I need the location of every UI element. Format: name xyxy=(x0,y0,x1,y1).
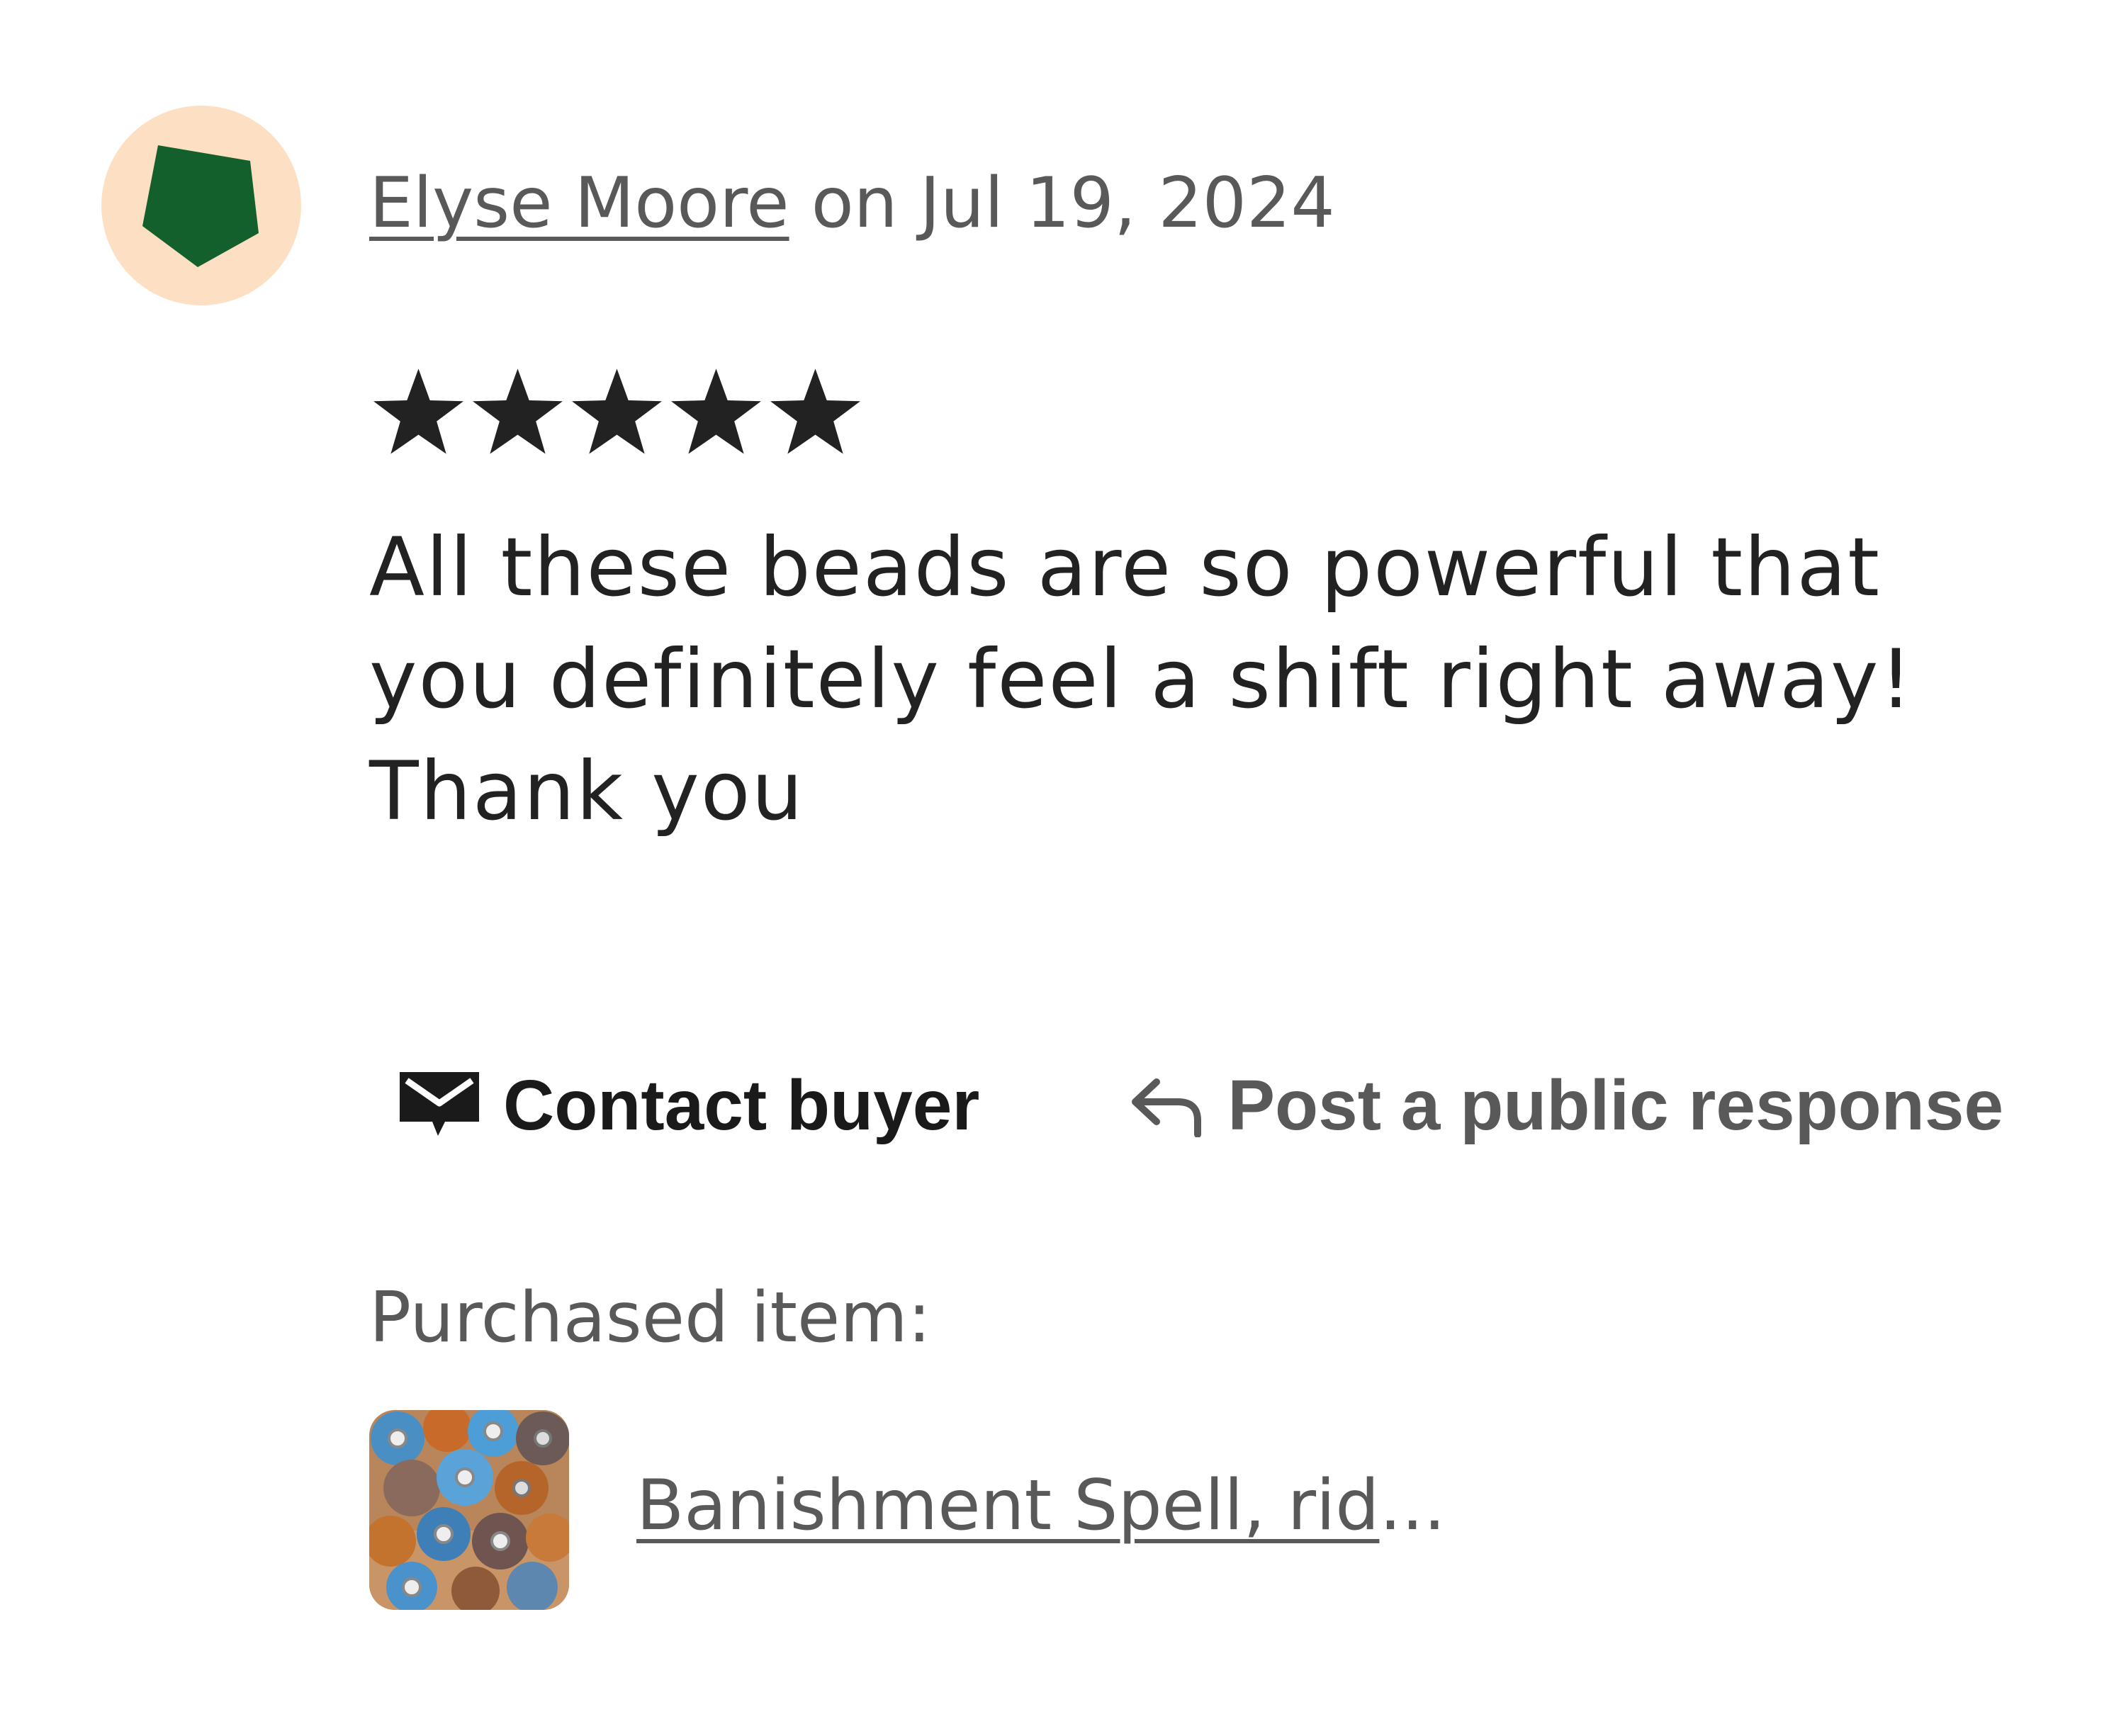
star-icon xyxy=(770,368,860,454)
review-date: on Jul 19, 2024 xyxy=(811,163,1335,244)
review-actions: Contact buyer Post a public response xyxy=(397,1056,2003,1155)
avatar-pentagon-icon xyxy=(101,106,301,305)
review-text: All these beads are so powerful that you… xyxy=(369,520,1914,838)
item-thumbnail[interactable] xyxy=(369,1410,569,1610)
buyer-avatar xyxy=(101,106,301,305)
purchased-item-label: Purchased item: xyxy=(369,1278,931,1358)
contact-buyer-button[interactable]: Contact buyer xyxy=(397,1065,979,1146)
post-public-response-button[interactable]: Post a public response xyxy=(1128,1065,2003,1146)
reviewer-name-link[interactable]: Elyse Moore xyxy=(369,163,789,244)
review-header: Elyse Moore on Jul 19, 2024 xyxy=(369,157,1335,249)
star-icon xyxy=(671,368,761,454)
post-public-response-label: Post a public response xyxy=(1227,1065,2004,1145)
star-icon xyxy=(373,368,463,454)
purchased-item-link[interactable]: Banishment Spell, rid xyxy=(636,1465,1379,1546)
beads-thumbnail-image xyxy=(369,1410,569,1610)
star-icon xyxy=(473,368,563,454)
envelope-icon xyxy=(400,1072,479,1136)
star-rating xyxy=(371,365,863,461)
purchased-item-title: Banishment Spell, rid... xyxy=(636,1460,1446,1552)
contact-buyer-label: Contact buyer xyxy=(503,1065,980,1145)
star-icon xyxy=(572,368,662,454)
reply-arrow-icon xyxy=(1132,1078,1202,1137)
item-title-ellipsis: ... xyxy=(1379,1465,1446,1546)
